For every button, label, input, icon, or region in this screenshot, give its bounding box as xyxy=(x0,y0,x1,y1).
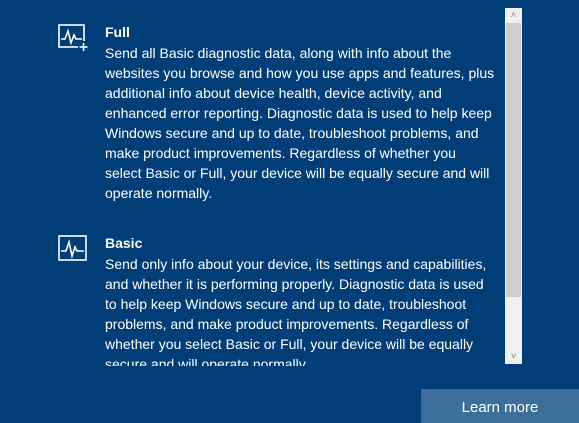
activity-plus-icon xyxy=(58,24,89,52)
learn-more-button[interactable]: Learn more xyxy=(421,389,579,423)
activity-icon xyxy=(58,235,87,261)
option-description: Send only info about your device, its se… xyxy=(105,256,487,366)
vertical-scrollbar[interactable]: ˄ ˅ xyxy=(505,8,522,364)
option-title: Full xyxy=(105,24,130,40)
scrollbar-thumb[interactable] xyxy=(506,23,521,297)
option-description: Send all Basic diagnostic data, along wi… xyxy=(105,45,495,201)
option-title: Basic xyxy=(105,235,143,251)
options-scroll-area[interactable]: Full Send all Basic diagnostic data, alo… xyxy=(0,0,500,366)
scroll-up-arrow-icon[interactable]: ˄ xyxy=(505,8,522,23)
option-basic-text: Basic Send only info about your device, … xyxy=(105,235,495,366)
diagnostic-data-page: Full Send all Basic diagnostic data, alo… xyxy=(0,0,579,423)
scroll-down-arrow-icon[interactable]: ˅ xyxy=(505,349,522,364)
option-full-text: Full Send all Basic diagnostic data, alo… xyxy=(105,24,495,203)
